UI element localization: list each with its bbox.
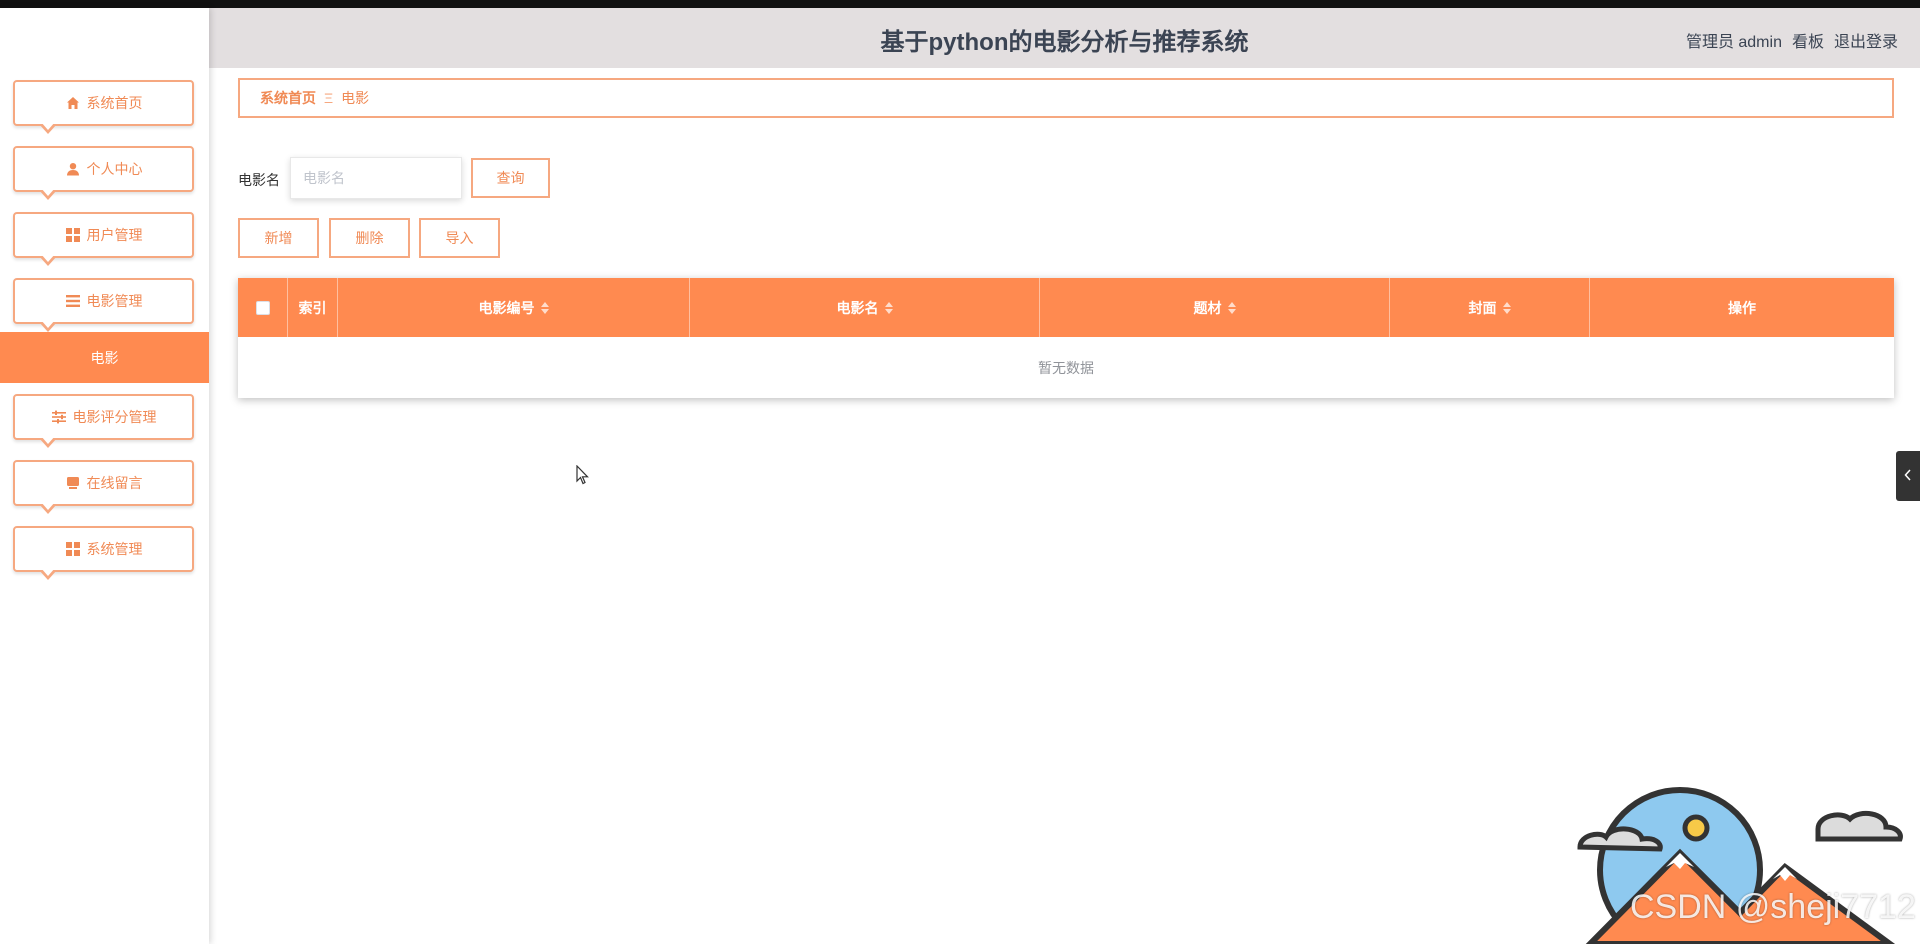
- menu-tail: [39, 436, 57, 448]
- home-icon: [65, 95, 81, 111]
- sidebar-item-movies[interactable]: 电影管理: [13, 278, 194, 332]
- user-icon: [65, 161, 81, 177]
- select-all-cell: [238, 278, 288, 337]
- sidebar-item-label: 系统管理: [86, 541, 143, 557]
- mouse-cursor-icon: [576, 464, 590, 490]
- movie-table: 索引 电影编号 电影名 题材 封面 操作 暂无数据: [238, 278, 1894, 398]
- breadcrumb-home[interactable]: 系统首页: [260, 88, 316, 108]
- column-label: 电影名: [836, 299, 879, 316]
- dashboard-link[interactable]: 看板: [1792, 28, 1824, 52]
- collapse-tab[interactable]: [1896, 451, 1920, 501]
- menu-tail: [39, 254, 57, 266]
- sort-icon[interactable]: [884, 301, 893, 314]
- sort-icon[interactable]: [1227, 301, 1236, 314]
- sliders-icon: [51, 409, 67, 425]
- page-title: 基于python的电影分析与推荐系统: [880, 29, 1249, 56]
- sidebar-item-label: 用户管理: [86, 227, 143, 243]
- sort-icon[interactable]: [540, 301, 549, 314]
- sidebar-item-messages[interactable]: 在线留言: [13, 460, 194, 514]
- column-header-cover[interactable]: 封面: [1390, 278, 1590, 337]
- message-icon: [65, 475, 81, 491]
- column-label: 封面: [1468, 299, 1497, 316]
- delete-button[interactable]: 删除: [329, 218, 410, 258]
- sidebar-item-label: 在线留言: [86, 475, 143, 491]
- breadcrumb-current: 电影: [341, 90, 370, 106]
- search-label: 电影名: [238, 172, 280, 188]
- column-label: 索引: [298, 299, 327, 316]
- add-button[interactable]: 新增: [238, 218, 319, 258]
- sidebar-item-home[interactable]: 系统首页: [13, 80, 194, 134]
- table-header: 索引 电影编号 电影名 题材 封面 操作: [238, 278, 1894, 337]
- query-button[interactable]: 查询: [471, 158, 550, 198]
- window-top-strip: [0, 0, 1920, 8]
- watermark-text: CSDN @sheji7712: [1630, 888, 1916, 926]
- column-label: 操作: [1728, 299, 1756, 316]
- chevron-left-icon: [1904, 468, 1912, 484]
- list-icon: [65, 293, 81, 309]
- table-empty-text: 暂无数据: [1038, 359, 1094, 376]
- logout-link[interactable]: 退出登录: [1834, 28, 1898, 52]
- sidebar-item-ratings[interactable]: 电影评分管理: [13, 394, 194, 448]
- column-header-movie-name[interactable]: 电影名: [690, 278, 1040, 337]
- column-header-index: 索引: [288, 278, 338, 337]
- sidebar-item-label: 个人中心: [86, 161, 143, 177]
- column-header-actions: 操作: [1590, 278, 1894, 337]
- sidebar-item-label: 电影管理: [86, 293, 143, 309]
- sidebar-item-profile[interactable]: 个人中心: [13, 146, 194, 200]
- menu-tail: [39, 188, 57, 200]
- sidebar-item-label: 电影评分管理: [72, 409, 157, 425]
- menu-tail: [39, 502, 57, 514]
- grid-icon: [65, 541, 81, 557]
- top-header: 基于python的电影分析与推荐系统 管理员 admin 看板 退出登录: [209, 8, 1920, 68]
- sidebar-item-system[interactable]: 系统管理: [13, 526, 194, 580]
- select-all-checkbox[interactable]: [255, 300, 270, 315]
- menu-tail: [39, 568, 57, 580]
- menu-tail: [39, 122, 57, 134]
- search-input[interactable]: [290, 157, 462, 199]
- sidebar: 系统首页 个人中心 用户管理 电影管理 电影 电影评分管理 在线留言 系统管理: [0, 8, 209, 944]
- breadcrumb: 系统首页 Ξ 电影: [238, 78, 1894, 118]
- menu-tail: [39, 320, 57, 332]
- sidebar-item-users[interactable]: 用户管理: [13, 212, 194, 266]
- breadcrumb-separator: Ξ: [324, 90, 334, 106]
- grid-icon: [65, 227, 81, 243]
- admin-label: 管理员 admin: [1685, 34, 1782, 51]
- column-header-movie-id[interactable]: 电影编号: [338, 278, 690, 337]
- import-button[interactable]: 导入: [419, 218, 500, 258]
- sort-icon[interactable]: [1502, 301, 1511, 314]
- sidebar-item-label: 系统首页: [86, 95, 143, 111]
- sidebar-subitem-label: 电影: [90, 349, 119, 366]
- sidebar-subitem-movie[interactable]: 电影: [0, 332, 209, 383]
- column-header-genre[interactable]: 题材: [1040, 278, 1390, 337]
- column-label: 电影编号: [478, 299, 535, 316]
- header-user-area: 管理员 admin 看板 退出登录: [1686, 28, 1898, 52]
- column-label: 题材: [1193, 299, 1222, 316]
